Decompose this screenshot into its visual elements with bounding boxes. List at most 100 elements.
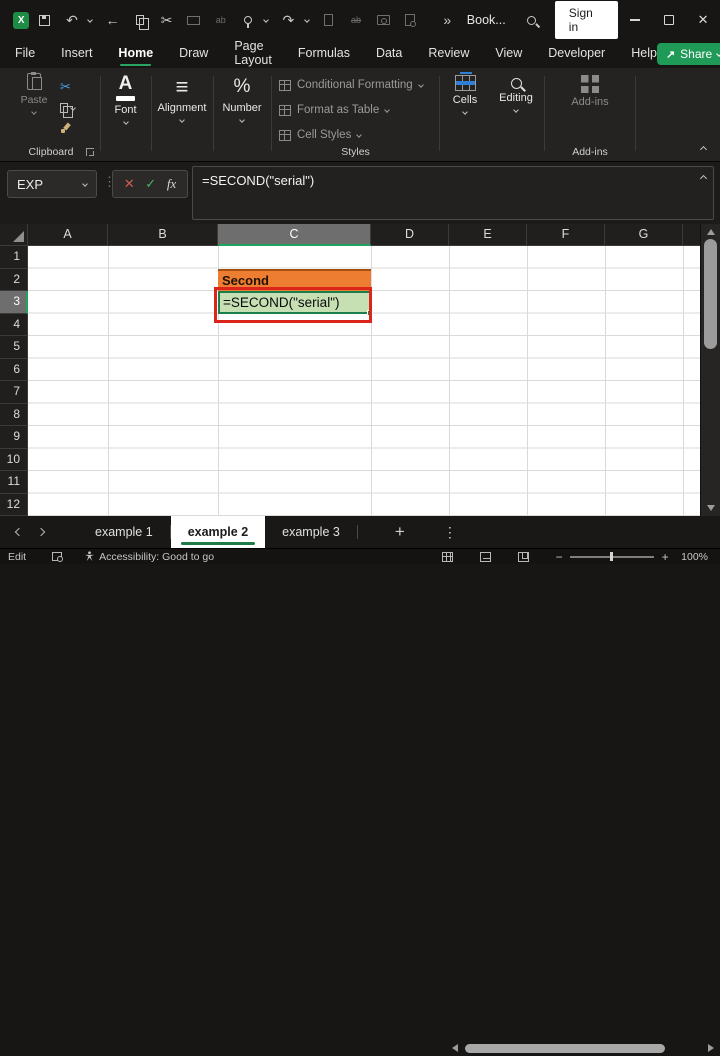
cancel-entry-button[interactable]: ✕: [124, 176, 135, 192]
row-header-7[interactable]: 7: [0, 381, 28, 404]
select-all-button[interactable]: [0, 224, 28, 246]
row-header-6[interactable]: 6: [0, 358, 28, 381]
cut-button[interactable]: ✂: [60, 76, 94, 97]
clipboard-dialog-launcher[interactable]: [86, 148, 94, 156]
maximize-button[interactable]: [652, 4, 686, 36]
mail-icon[interactable]: [182, 8, 205, 32]
sign-in-button[interactable]: Sign in: [554, 1, 619, 39]
tab-help[interactable]: Help: [631, 41, 657, 67]
back-icon[interactable]: ←: [101, 8, 124, 32]
tab-view[interactable]: View: [495, 41, 522, 67]
formula-input[interactable]: =SECOND("serial"): [192, 166, 714, 220]
new-sheet-button[interactable]: +: [388, 522, 412, 542]
paste-button[interactable]: Paste: [12, 72, 56, 115]
alignment-button[interactable]: ≡ Alignment: [152, 68, 212, 123]
normal-view-icon[interactable]: [442, 551, 454, 562]
scroll-up-icon[interactable]: [707, 229, 715, 235]
column-header-partial[interactable]: [683, 224, 700, 246]
column-header-c[interactable]: C: [218, 224, 371, 246]
row-header-8[interactable]: 8: [0, 403, 28, 426]
tab-data[interactable]: Data: [376, 41, 402, 67]
translate-icon[interactable]: ab: [209, 8, 232, 32]
accessibility-status[interactable]: Accessibility: Good to go: [84, 551, 214, 563]
confirm-entry-button[interactable]: ✓: [145, 176, 156, 192]
conditional-formatting-button[interactable]: Conditional Formatting: [279, 75, 424, 95]
macro-record-icon[interactable]: [52, 552, 63, 562]
sheet-tab-example-2-active[interactable]: example 2: [170, 516, 266, 548]
row-header-3[interactable]: 3: [0, 291, 28, 314]
new-document-icon[interactable]: [317, 8, 340, 32]
previous-sheet-button[interactable]: [8, 521, 30, 543]
row-header-12[interactable]: 12: [0, 493, 28, 516]
search-icon[interactable]: [520, 8, 543, 32]
collapse-ribbon-button[interactable]: [699, 145, 708, 154]
column-header-f[interactable]: F: [527, 224, 605, 246]
grid-body[interactable]: Second =SECOND("serial"): [28, 246, 700, 516]
copy-icon[interactable]: [128, 8, 151, 32]
page-layout-view-icon[interactable]: [480, 551, 492, 562]
tab-draw[interactable]: Draw: [179, 41, 208, 67]
fill-handle[interactable]: [367, 309, 373, 316]
row-header-5[interactable]: 5: [0, 336, 28, 359]
addins-button[interactable]: Add-ins: [546, 68, 634, 108]
next-sheet-button[interactable]: [30, 521, 52, 543]
cell-styles-button[interactable]: Cell Styles: [279, 125, 363, 145]
format-painter-button[interactable]: [60, 118, 94, 139]
zoom-in-button[interactable]: +: [659, 550, 671, 564]
column-header-a[interactable]: A: [28, 224, 108, 246]
camera-icon[interactable]: [372, 8, 395, 32]
row-header-4[interactable]: 4: [0, 313, 28, 336]
save-icon[interactable]: [33, 8, 56, 32]
undo-menu-chevron-icon[interactable]: [84, 8, 97, 32]
page-break-view-icon[interactable]: [518, 551, 530, 562]
number-button[interactable]: % Number: [214, 68, 270, 123]
zoom-slider-handle[interactable]: [610, 552, 613, 561]
tab-insert[interactable]: Insert: [61, 41, 92, 67]
vertical-scrollbar-thumb[interactable]: [704, 239, 717, 349]
cell-C2[interactable]: Second: [218, 268, 371, 291]
zoom-out-button[interactable]: −: [553, 550, 565, 564]
format-as-table-button[interactable]: Format as Table: [279, 100, 391, 120]
vertical-scrollbar[interactable]: [700, 224, 720, 516]
column-header-d[interactable]: D: [371, 224, 449, 246]
row-header-11[interactable]: 11: [0, 471, 28, 494]
sheet-tab-example-1[interactable]: example 1: [78, 516, 170, 548]
copy-button[interactable]: [60, 97, 94, 118]
tab-home[interactable]: Home: [118, 41, 153, 67]
row-header-1[interactable]: 1: [0, 246, 28, 269]
horizontal-scrollbar[interactable]: [452, 1040, 714, 1056]
undo-icon[interactable]: ↶: [60, 8, 83, 32]
scroll-down-icon[interactable]: [707, 505, 715, 511]
cells-button[interactable]: Cells: [441, 68, 489, 115]
sheet-options-button[interactable]: ⋮: [440, 524, 460, 541]
close-button[interactable]: ✕: [686, 4, 720, 36]
horizontal-scrollbar-thumb[interactable]: [465, 1043, 665, 1053]
tab-file[interactable]: File: [15, 41, 35, 67]
share-button[interactable]: ↗ Share: [656, 43, 720, 65]
redo-menu-chevron-icon[interactable]: [300, 8, 313, 32]
cut-icon[interactable]: ✂: [155, 8, 178, 32]
scroll-left-icon[interactable]: [452, 1044, 458, 1052]
row-header-9[interactable]: 9: [0, 426, 28, 449]
tab-review[interactable]: Review: [428, 41, 469, 67]
name-box[interactable]: EXP: [7, 170, 97, 198]
cell-C3-active[interactable]: =SECOND("serial"): [218, 291, 371, 314]
sheet-tab-example-3[interactable]: example 3: [265, 516, 357, 548]
column-header-b[interactable]: B: [108, 224, 218, 246]
horizontal-scrollbar-track[interactable]: [465, 1043, 701, 1053]
quick-access-overflow-icon[interactable]: »: [436, 8, 459, 32]
redo-icon[interactable]: ↷: [277, 8, 300, 32]
touch-mode-icon[interactable]: [236, 8, 259, 32]
column-header-e[interactable]: E: [449, 224, 527, 246]
zoom-slider[interactable]: [570, 552, 655, 561]
font-button[interactable]: A Font: [102, 68, 149, 125]
row-header-10[interactable]: 10: [0, 448, 28, 471]
tab-formulas[interactable]: Formulas: [298, 41, 350, 67]
scroll-right-icon[interactable]: [708, 1044, 714, 1052]
minimize-button[interactable]: [618, 4, 652, 36]
zoom-level[interactable]: 100%: [681, 551, 708, 563]
insert-function-button[interactable]: fx: [167, 176, 176, 192]
strikethrough-icon[interactable]: ab: [344, 8, 367, 32]
editing-button[interactable]: Editing: [490, 68, 542, 113]
row-header-2[interactable]: 2: [0, 268, 28, 291]
